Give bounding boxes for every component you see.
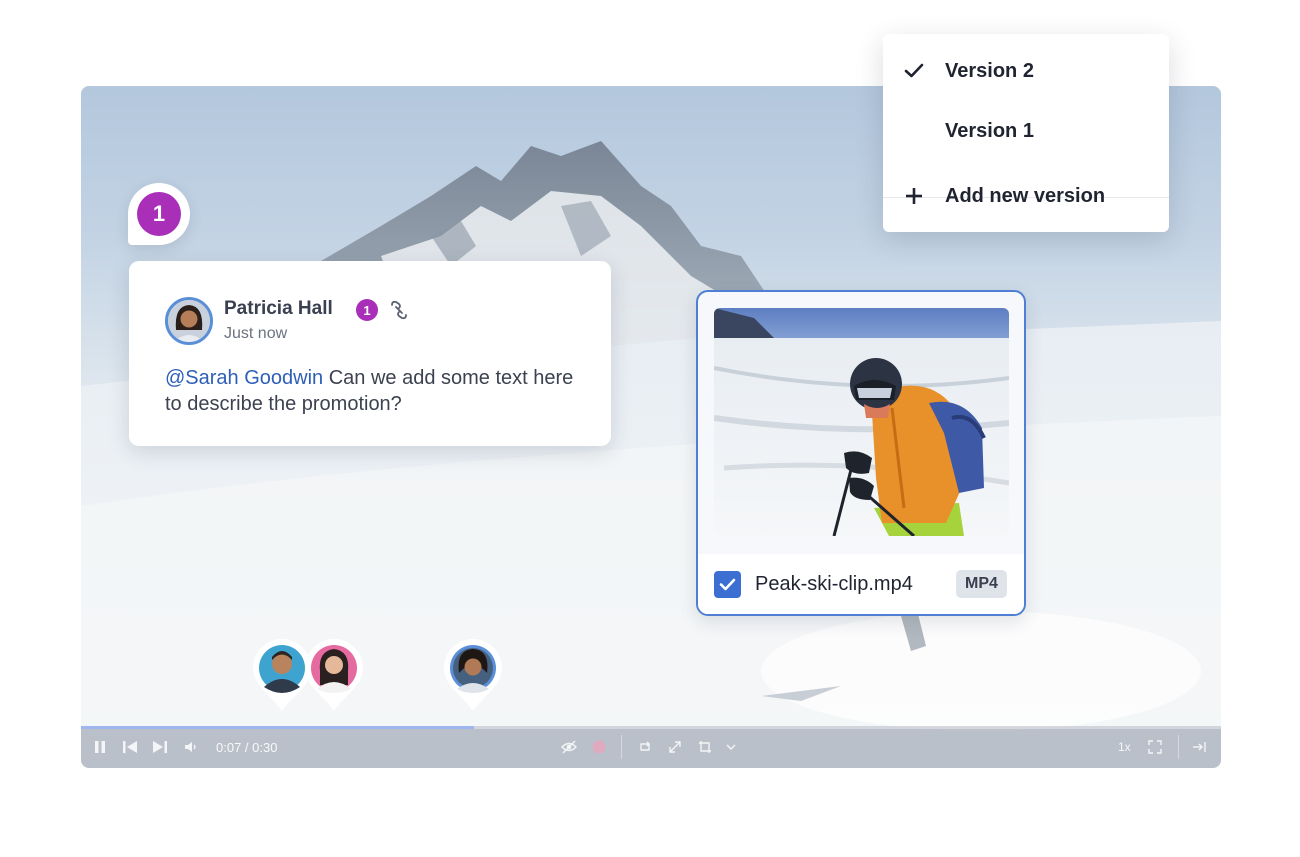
user-mention[interactable]: @Sarah Goodwin xyxy=(165,367,323,389)
record-icon[interactable] xyxy=(591,738,607,756)
version-item-1[interactable]: Version 1 xyxy=(883,101,1169,161)
avatar-marker-3[interactable] xyxy=(442,637,504,713)
player-controls: 0:07 / 0:30 1x xyxy=(81,726,1221,768)
file-type-badge: MP4 xyxy=(956,570,1007,598)
version-item-label: Version 1 xyxy=(945,119,1034,142)
checkmark-icon xyxy=(883,63,945,79)
comment-author: Patricia Hall xyxy=(224,298,333,319)
plus-icon xyxy=(883,187,945,205)
expand-icon[interactable] xyxy=(667,738,683,756)
fullscreen-icon[interactable] xyxy=(1147,738,1163,756)
add-version-label: Add new version xyxy=(945,184,1106,207)
version-dropdown: Version 2 Version 1 Add new version xyxy=(883,34,1169,232)
progress-fill xyxy=(81,726,475,729)
collapse-panel-icon[interactable] xyxy=(1191,738,1207,756)
comment-timestamp: Just now xyxy=(224,325,288,342)
progress-track[interactable] xyxy=(81,726,1221,729)
add-new-version-button[interactable]: Add new version xyxy=(883,166,1169,226)
controls-divider xyxy=(621,735,622,759)
playback-speed[interactable]: 1x xyxy=(1118,740,1131,754)
skip-back-icon[interactable] xyxy=(121,738,139,756)
pause-icon[interactable] xyxy=(93,738,107,756)
time-display: 0:07 / 0:30 xyxy=(216,740,278,755)
crop-icon[interactable] xyxy=(697,738,713,756)
comment-pin-number: 1 xyxy=(137,192,181,236)
controls-divider-right xyxy=(1178,735,1179,759)
volume-icon[interactable] xyxy=(183,738,199,756)
avatar-marker-2[interactable] xyxy=(303,637,365,713)
comment-card: Patricia Hall 1 Just now @Sarah Goodwin … xyxy=(129,261,611,446)
visibility-icon[interactable] xyxy=(560,738,578,756)
asset-checkbox[interactable] xyxy=(714,571,741,598)
avatar xyxy=(165,297,213,345)
comment-number-badge: 1 xyxy=(356,299,378,321)
chevron-down-icon[interactable] xyxy=(725,738,737,756)
asset-thumbnail xyxy=(714,308,1009,536)
comment-text: @Sarah Goodwin Can we add some text here… xyxy=(165,365,585,417)
version-item-2[interactable]: Version 2 xyxy=(883,41,1169,101)
loop-icon[interactable] xyxy=(637,738,653,756)
asset-footer: Peak-ski-clip.mp4 MP4 xyxy=(698,554,1024,614)
asset-filename: Peak-ski-clip.mp4 xyxy=(755,573,913,595)
link-icon[interactable] xyxy=(387,298,411,322)
skip-forward-icon[interactable] xyxy=(151,738,169,756)
version-item-label: Version 2 xyxy=(945,59,1034,82)
asset-card[interactable]: Peak-ski-clip.mp4 MP4 xyxy=(696,290,1026,616)
comment-pin[interactable]: 1 xyxy=(128,183,190,245)
